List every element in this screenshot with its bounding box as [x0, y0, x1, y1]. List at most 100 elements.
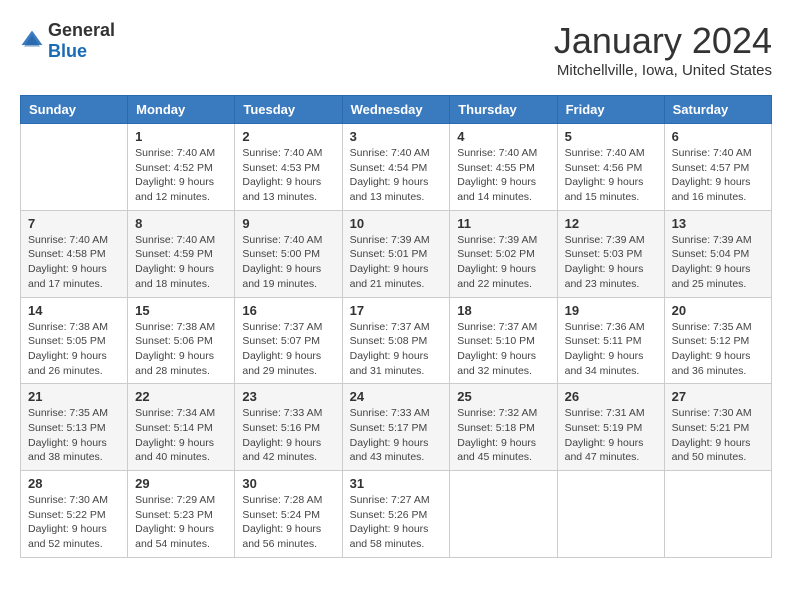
calendar-cell: 5 Sunrise: 7:40 AM Sunset: 4:56 PM Daylig…: [557, 124, 664, 211]
day-info: Sunrise: 7:38 AM Sunset: 5:05 PM Dayligh…: [28, 320, 120, 379]
calendar-cell: 13 Sunrise: 7:39 AM Sunset: 5:04 PM Dayli…: [664, 210, 771, 297]
calendar-week-row: 14 Sunrise: 7:38 AM Sunset: 5:05 PM Dayli…: [21, 297, 772, 384]
calendar-cell: 19Sunrise: 7:36 AM Sunset: 5:11 PM Dayli…: [557, 297, 664, 384]
calendar-cell: 22 Sunrise: 7:34 AM Sunset: 5:14 PM Dayli…: [128, 384, 235, 471]
day-info: Sunrise: 7:30 AM Sunset: 5:21 PM Dayligh…: [672, 406, 764, 465]
calendar-cell: 18Sunrise: 7:37 AM Sunset: 5:10 PM Dayli…: [450, 297, 557, 384]
calendar-cell: 7 Sunrise: 7:40 AM Sunset: 4:58 PM Daylig…: [21, 210, 128, 297]
calendar-cell: 29 Sunrise: 7:29 AM Sunset: 5:23 PM Dayli…: [128, 471, 235, 558]
calendar-cell: 4 Sunrise: 7:40 AM Sunset: 4:55 PM Daylig…: [450, 124, 557, 211]
day-of-week-header: Friday: [557, 96, 664, 124]
calendar-cell: 27 Sunrise: 7:30 AM Sunset: 5:21 PM Dayli…: [664, 384, 771, 471]
calendar-cell: 10 Sunrise: 7:39 AM Sunset: 5:01 PM Dayli…: [342, 210, 450, 297]
calendar-week-row: 1 Sunrise: 7:40 AM Sunset: 4:52 PM Daylig…: [21, 124, 772, 211]
calendar-header-row: SundayMondayTuesdayWednesdayThursdayFrid…: [21, 96, 772, 124]
calendar-cell: [664, 471, 771, 558]
calendar-cell: 16Sunrise: 7:37 AM Sunset: 5:07 PM Dayli…: [235, 297, 342, 384]
day-number: 18: [457, 303, 549, 318]
calendar-cell: 28 Sunrise: 7:30 AM Sunset: 5:22 PM Dayli…: [21, 471, 128, 558]
day-of-week-header: Monday: [128, 96, 235, 124]
day-number: 21: [28, 389, 120, 404]
day-info: Sunrise: 7:39 AM Sunset: 5:01 PM Dayligh…: [350, 233, 443, 292]
location-title: Mitchellville, Iowa, United States: [554, 62, 772, 79]
day-number: 9: [242, 216, 334, 231]
calendar-cell: [21, 124, 128, 211]
calendar-cell: 21 Sunrise: 7:35 AM Sunset: 5:13 PM Dayli…: [21, 384, 128, 471]
day-info: Sunrise: 7:39 AM Sunset: 5:02 PM Dayligh…: [457, 233, 549, 292]
header: General Blue January 2024 Mitchellville,…: [20, 20, 772, 79]
day-number: 12: [565, 216, 657, 231]
day-info: Sunrise: 7:29 AM Sunset: 5:23 PM Dayligh…: [135, 493, 227, 552]
day-number: 7: [28, 216, 120, 231]
day-info: Sunrise: 7:39 AM Sunset: 5:03 PM Dayligh…: [565, 233, 657, 292]
day-number: 29: [135, 476, 227, 491]
day-number: 23: [242, 389, 334, 404]
day-info: Sunrise: 7:37 AM Sunset: 5:07 PM Dayligh…: [242, 320, 334, 379]
day-number: 31: [350, 476, 443, 491]
day-number: 26: [565, 389, 657, 404]
calendar-cell: 6Sunrise: 7:40 AM Sunset: 4:57 PM Daylig…: [664, 124, 771, 211]
day-info: Sunrise: 7:28 AM Sunset: 5:24 PM Dayligh…: [242, 493, 334, 552]
calendar: SundayMondayTuesdayWednesdayThursdayFrid…: [20, 95, 772, 558]
calendar-cell: 9 Sunrise: 7:40 AM Sunset: 5:00 PM Daylig…: [235, 210, 342, 297]
calendar-cell: [450, 471, 557, 558]
day-number: 15: [135, 303, 227, 318]
day-number: 4: [457, 129, 549, 144]
day-of-week-header: Wednesday: [342, 96, 450, 124]
day-info: Sunrise: 7:40 AM Sunset: 5:00 PM Dayligh…: [242, 233, 334, 292]
day-info: Sunrise: 7:36 AM Sunset: 5:11 PM Dayligh…: [565, 320, 657, 379]
calendar-cell: [557, 471, 664, 558]
day-info: Sunrise: 7:27 AM Sunset: 5:26 PM Dayligh…: [350, 493, 443, 552]
calendar-cell: 8 Sunrise: 7:40 AM Sunset: 4:59 PM Daylig…: [128, 210, 235, 297]
logo: General Blue: [20, 20, 115, 62]
day-number: 27: [672, 389, 764, 404]
day-number: 25: [457, 389, 549, 404]
day-info: Sunrise: 7:40 AM Sunset: 4:59 PM Dayligh…: [135, 233, 227, 292]
calendar-cell: 1 Sunrise: 7:40 AM Sunset: 4:52 PM Daylig…: [128, 124, 235, 211]
calendar-cell: 14 Sunrise: 7:38 AM Sunset: 5:05 PM Dayli…: [21, 297, 128, 384]
calendar-cell: 17Sunrise: 7:37 AM Sunset: 5:08 PM Dayli…: [342, 297, 450, 384]
day-of-week-header: Thursday: [450, 96, 557, 124]
day-number: 1: [135, 129, 227, 144]
day-info: Sunrise: 7:38 AM Sunset: 5:06 PM Dayligh…: [135, 320, 227, 379]
title-area: January 2024 Mitchellville, Iowa, United…: [554, 20, 772, 79]
day-info: Sunrise: 7:39 AM Sunset: 5:04 PM Dayligh…: [672, 233, 764, 292]
day-number: 10: [350, 216, 443, 231]
calendar-cell: 12 Sunrise: 7:39 AM Sunset: 5:03 PM Dayli…: [557, 210, 664, 297]
day-number: 5: [565, 129, 657, 144]
day-info: Sunrise: 7:40 AM Sunset: 4:52 PM Dayligh…: [135, 146, 227, 205]
calendar-cell: 3Sunrise: 7:40 AM Sunset: 4:54 PM Daylig…: [342, 124, 450, 211]
day-number: 22: [135, 389, 227, 404]
day-info: Sunrise: 7:30 AM Sunset: 5:22 PM Dayligh…: [28, 493, 120, 552]
day-number: 8: [135, 216, 227, 231]
calendar-cell: 30Sunrise: 7:28 AM Sunset: 5:24 PM Dayli…: [235, 471, 342, 558]
calendar-cell: 15 Sunrise: 7:38 AM Sunset: 5:06 PM Dayli…: [128, 297, 235, 384]
day-info: Sunrise: 7:35 AM Sunset: 5:12 PM Dayligh…: [672, 320, 764, 379]
day-info: Sunrise: 7:35 AM Sunset: 5:13 PM Dayligh…: [28, 406, 120, 465]
day-number: 13: [672, 216, 764, 231]
day-info: Sunrise: 7:40 AM Sunset: 4:58 PM Dayligh…: [28, 233, 120, 292]
day-info: Sunrise: 7:33 AM Sunset: 5:16 PM Dayligh…: [242, 406, 334, 465]
calendar-week-row: 28 Sunrise: 7:30 AM Sunset: 5:22 PM Dayli…: [21, 471, 772, 558]
calendar-cell: 23 Sunrise: 7:33 AM Sunset: 5:16 PM Dayli…: [235, 384, 342, 471]
day-info: Sunrise: 7:40 AM Sunset: 4:57 PM Dayligh…: [672, 146, 764, 205]
day-info: Sunrise: 7:40 AM Sunset: 4:55 PM Dayligh…: [457, 146, 549, 205]
logo-icon: [20, 29, 44, 53]
day-number: 17: [350, 303, 443, 318]
calendar-cell: 20Sunrise: 7:35 AM Sunset: 5:12 PM Dayli…: [664, 297, 771, 384]
calendar-cell: 26 Sunrise: 7:31 AM Sunset: 5:19 PM Dayli…: [557, 384, 664, 471]
day-info: Sunrise: 7:31 AM Sunset: 5:19 PM Dayligh…: [565, 406, 657, 465]
day-number: 11: [457, 216, 549, 231]
day-number: 28: [28, 476, 120, 491]
day-number: 14: [28, 303, 120, 318]
calendar-cell: 11 Sunrise: 7:39 AM Sunset: 5:02 PM Dayli…: [450, 210, 557, 297]
day-of-week-header: Tuesday: [235, 96, 342, 124]
day-info: Sunrise: 7:40 AM Sunset: 4:54 PM Dayligh…: [350, 146, 443, 205]
calendar-week-row: 21 Sunrise: 7:35 AM Sunset: 5:13 PM Dayli…: [21, 384, 772, 471]
calendar-cell: 31 Sunrise: 7:27 AM Sunset: 5:26 PM Dayli…: [342, 471, 450, 558]
calendar-cell: 25Sunrise: 7:32 AM Sunset: 5:18 PM Dayli…: [450, 384, 557, 471]
day-info: Sunrise: 7:40 AM Sunset: 4:56 PM Dayligh…: [565, 146, 657, 205]
day-info: Sunrise: 7:34 AM Sunset: 5:14 PM Dayligh…: [135, 406, 227, 465]
calendar-cell: 2Sunrise: 7:40 AM Sunset: 4:53 PM Daylig…: [235, 124, 342, 211]
day-of-week-header: Saturday: [664, 96, 771, 124]
